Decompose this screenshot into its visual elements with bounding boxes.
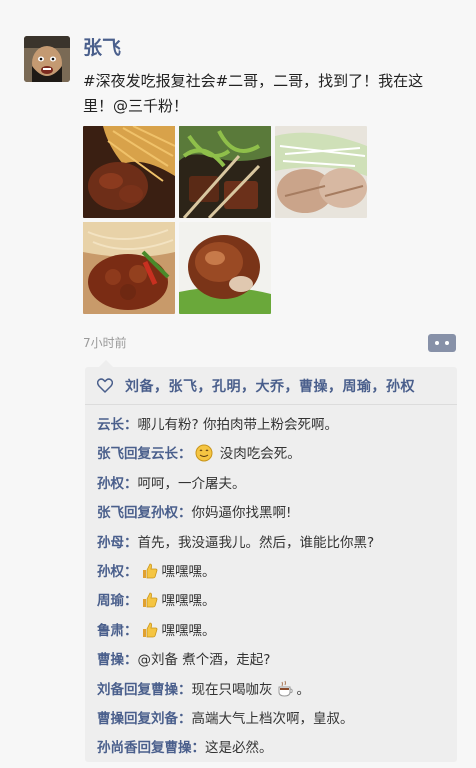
comment-text: @刘备 煮个酒，走起? [137, 652, 271, 669]
photo-2[interactable] [179, 126, 271, 218]
post-time: 7小时前 [83, 336, 127, 350]
comment-item[interactable]: 鲁肃： 嘿嘿嘿。 [97, 617, 457, 646]
comment-author[interactable]: 张飞回复云长： [97, 446, 192, 462]
dot-icon [435, 341, 439, 345]
avatar[interactable] [24, 36, 70, 82]
comment-item[interactable]: 张飞回复孙权：你妈逼你找黑啊! [97, 499, 457, 528]
comment-author[interactable]: 周瑜： [97, 593, 138, 609]
smile-emoji-icon [195, 444, 212, 462]
comment-author[interactable]: 张飞回复孙权： [97, 505, 192, 521]
comment-text: 哪儿有粉? 你拍肉带上粉会死啊。 [137, 417, 338, 433]
comment-item[interactable]: 刘备回复曹操：现在只喝咖灰。 [97, 676, 457, 705]
comment-text: 嘿嘿嘿。 [161, 593, 216, 610]
author-name[interactable]: 张飞 [83, 33, 121, 60]
comment-text: 你妈逼你找黑啊! [191, 505, 292, 522]
comment-text: 首先，我没逼我儿。然后，谁能比你黑? [137, 534, 375, 551]
comment-author[interactable]: 刘备回复曹操： [97, 682, 192, 698]
interaction-panel: 刘备，张飞，孔明，大乔，曹操，周瑜，孙权 云长：哪儿有粉? 你拍肉带上粉会死啊。… [85, 367, 457, 762]
comment-author[interactable]: 孙权： [97, 564, 138, 580]
comment-text: 嘿嘿嘿。 [161, 622, 216, 639]
comment-item[interactable]: 孙尚香回复曹操：这是必然。 [97, 734, 457, 763]
comment-author[interactable]: 曹操： [97, 652, 138, 668]
photo-5[interactable] [179, 222, 271, 314]
photo-grid [83, 126, 373, 316]
thumbs-up-icon [142, 622, 157, 638]
comment-item[interactable]: 周瑜： 嘿嘿嘿。 [97, 587, 457, 616]
thumbs-up-icon [142, 563, 157, 579]
comment-item[interactable]: 曹操：@刘备 煮个酒，走起? [97, 646, 457, 675]
comment-author[interactable]: 孙权： [97, 476, 138, 492]
dot-icon [445, 341, 449, 345]
comment-item[interactable]: 孙权：呵呵，一介屠夫。 [97, 470, 457, 499]
comment-text: 这是必然。 [205, 740, 273, 757]
comment-text: 嘿嘿嘿。 [161, 563, 216, 580]
comment-author[interactable]: 云长： [97, 417, 138, 433]
heart-outline-icon [97, 378, 113, 393]
likes-names[interactable]: 刘备，张飞，孔明，大乔，曹操，周瑜，孙权 [125, 376, 415, 396]
comment-item[interactable]: 曹操回复刘备：高端大气上档次啊，皇叔。 [97, 705, 457, 734]
comment-item[interactable]: 张飞回复云长： 没肉吃会死。 [97, 440, 457, 469]
moments-post: 张飞 #深夜发吃报复社会#二哥，二哥，找到了！我在这里！@三千粉！ 7小时前 刘… [0, 0, 476, 768]
photo-4[interactable] [83, 222, 175, 314]
comment-text: 高端大气上档次啊，皇叔。 [191, 710, 354, 727]
likes-row: 刘备，张飞，孔明，大乔，曹操，周瑜，孙权 [85, 367, 457, 405]
comment-author[interactable]: 鲁肃： [97, 623, 138, 639]
comment-text: 没肉吃会死。 [215, 446, 301, 463]
photo-1[interactable] [83, 126, 175, 218]
photo-3[interactable] [275, 126, 367, 218]
comment-text: 现在只喝咖灰 [191, 681, 273, 698]
comment-author[interactable]: 孙尚香回复曹操： [97, 740, 205, 756]
comment-item[interactable]: 孙母：首先，我没逼我儿。然后，谁能比你黑? [97, 529, 457, 558]
comment-item[interactable]: 云长：哪儿有粉? 你拍肉带上粉会死啊。 [97, 411, 457, 440]
comment-item[interactable]: 孙权： 嘿嘿嘿。 [97, 558, 457, 587]
comment-author[interactable]: 孙母： [97, 535, 138, 551]
comment-author[interactable]: 曹操回复刘备： [97, 711, 192, 727]
more-options-button[interactable] [428, 334, 456, 352]
comment-list: 云长：哪儿有粉? 你拍肉带上粉会死啊。 张飞回复云长： 没肉吃会死。 孙权：呵呵… [85, 405, 457, 764]
coffee-icon [278, 680, 293, 697]
post-text: #深夜发吃报复社会#二哥，二哥，找到了！我在这里！@三千粉！ [83, 72, 424, 115]
comment-text: 呵呵，一介屠夫。 [137, 475, 246, 492]
thumbs-up-icon [142, 592, 157, 608]
